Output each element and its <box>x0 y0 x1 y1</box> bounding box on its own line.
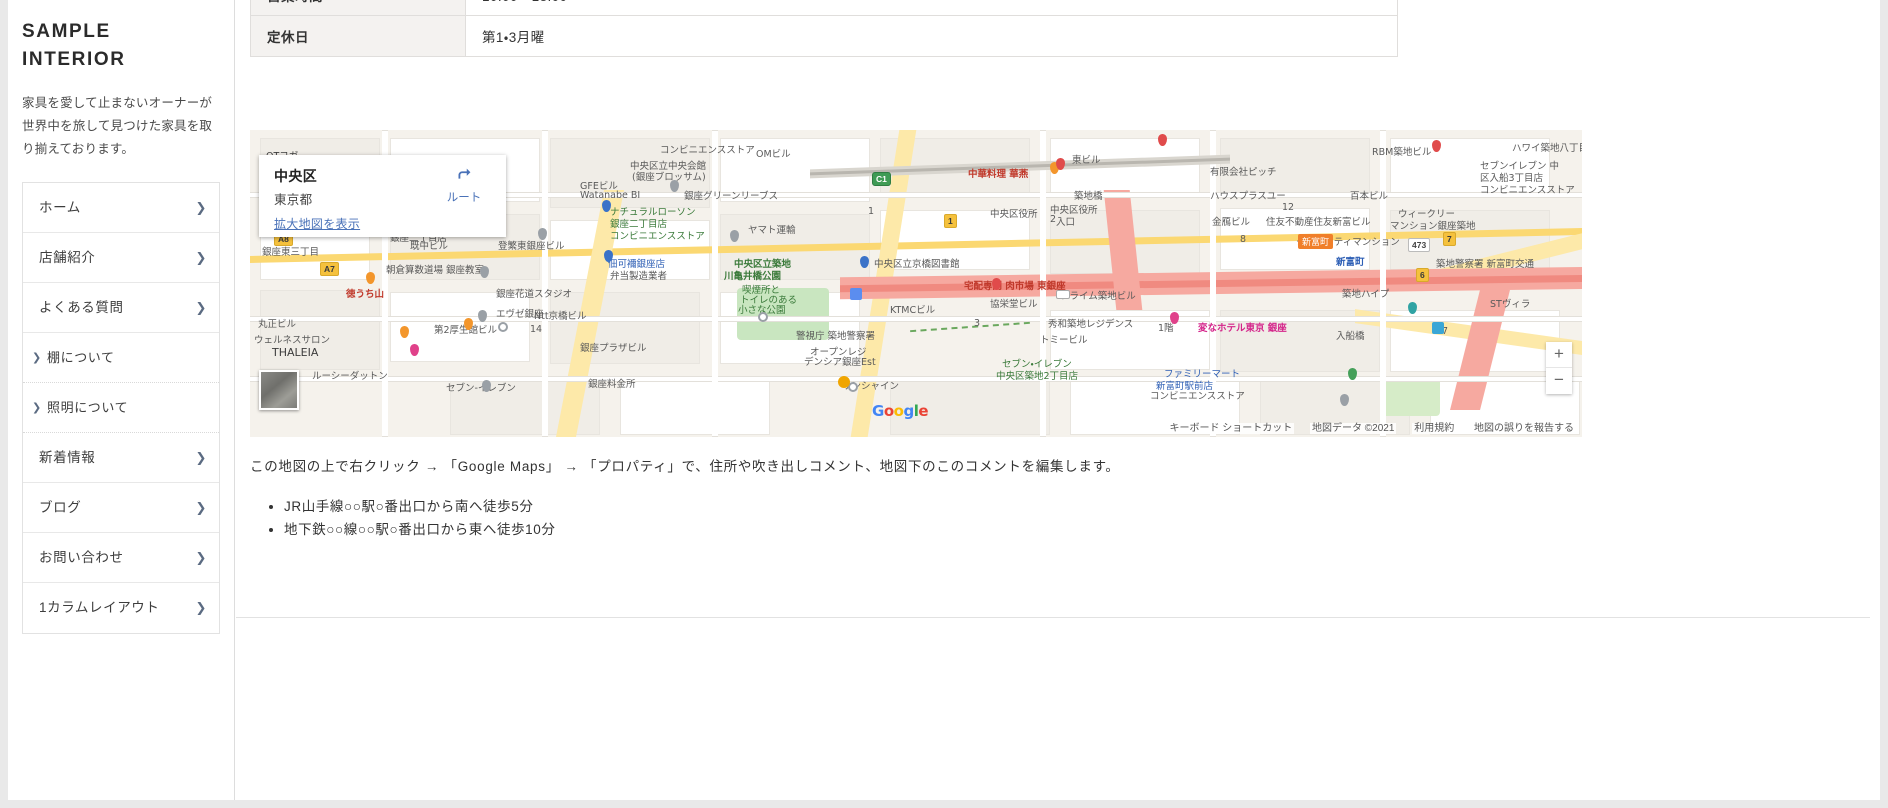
chevron-right-icon: ❯ <box>195 299 207 315</box>
sidebar-item-label: お問い合わせ <box>39 550 124 565</box>
view-larger-map-link[interactable]: 拡大地図を表示 <box>274 215 360 232</box>
window-right-edge <box>1880 0 1888 808</box>
map-station-shintomicho: 新富町 <box>1298 234 1334 249</box>
page-content: SAMPLE INTERIOR 家具を愛して止まないオーナーが世界中を旅して見つ… <box>8 0 1880 800</box>
map-shield-c1: C1 <box>872 172 891 186</box>
access-list: JR山手線○○駅○番出口から南へ徒歩5分 地下鉄○○線○○駅○番出口から東へ徒歩… <box>264 495 556 541</box>
table-cell-closed: 第1・3月曜 <box>465 15 1398 57</box>
directions-label: ルート <box>446 192 482 204</box>
map-shield-473: 473 <box>1408 238 1431 252</box>
table-header-closed: 定休日 <box>250 15 466 57</box>
content-divider <box>236 617 1870 618</box>
main-content: 営業時間 10:00〜18:00 定休日 第1・3月曜 <box>236 0 1880 800</box>
google-map-embed[interactable]: OTヨガ OMビル コンビニエンスストア 中央区立中央会館 (銀座ブロッサム) … <box>250 130 1582 437</box>
map-attribution-bar: キーボード ショートカット 地図データ ©2021 利用規約 地図の誤りを報告す… <box>1154 421 1582 437</box>
window-left-edge <box>0 0 8 808</box>
window-bottom-edge <box>0 800 1888 808</box>
map-edit-note: この地図の上で右クリック → 「Google Maps」 → 「プロパティ」で、… <box>250 459 1120 474</box>
sidebar-subitem-lighting[interactable]: ❯ 照明について <box>23 383 219 433</box>
map-card-subtitle: 東京都 <box>274 193 313 207</box>
sidebar-subitem-shelves[interactable]: ❯ 棚について <box>23 333 219 383</box>
chevron-right-icon: ❯ <box>195 249 207 265</box>
chevron-right-icon: ❯ <box>32 351 42 364</box>
table-cell-hours: 10:00〜18:00 <box>465 0 1398 16</box>
site-description: 家具を愛して止まないオーナーが世界中を旅して見つけた家具を取り揃えております。 <box>22 96 213 157</box>
sidebar-item-contact[interactable]: お問い合わせ ❯ <box>23 533 219 583</box>
table-row: 営業時間 10:00〜18:00 <box>250 0 1398 16</box>
sidebar-item-label: 棚について <box>47 350 115 365</box>
list-item: 地下鉄○○線○○駅○番出口から東へ徒歩10分 <box>284 518 556 541</box>
table-row: 定休日 第1・3月曜 <box>250 15 1398 57</box>
terms-link[interactable]: 利用規約 <box>1412 423 1457 434</box>
google-logo: Google <box>872 402 929 420</box>
sidebar-item-label: 照明について <box>47 400 129 415</box>
street-view-thumbnail[interactable] <box>259 370 299 410</box>
page-root: SAMPLE INTERIOR 家具を愛して止まないオーナーが世界中を旅して見つ… <box>0 0 1888 808</box>
store-info-table: 営業時間 10:00〜18:00 定休日 第1・3月曜 <box>250 0 1398 57</box>
brand-line-2: INTERIOR <box>22 48 126 70</box>
sidebar-item-label: ホーム <box>39 200 81 215</box>
sidebar-nav: ホーム ❯ 店舗紹介 ❯ よくある質問 ❯ ❯ 棚について ❯ 照明について 新… <box>22 182 220 634</box>
sidebar-item-home[interactable]: ホーム ❯ <box>23 183 219 233</box>
zoom-in-button[interactable]: + <box>1546 342 1572 368</box>
sidebar-item-news[interactable]: 新着情報 ❯ <box>23 433 219 483</box>
site-brand[interactable]: SAMPLE INTERIOR <box>22 18 222 73</box>
map-data-text: 地図データ ©2021 <box>1310 423 1397 434</box>
zoom-out-button[interactable]: − <box>1546 368 1572 394</box>
chevron-right-icon: ❯ <box>195 549 207 565</box>
table-header-hours: 営業時間 <box>250 0 466 16</box>
chevron-right-icon: ❯ <box>195 499 207 515</box>
sidebar-item-store-info[interactable]: 店舗紹介 ❯ <box>23 233 219 283</box>
map-card-title: 中央区 <box>274 168 318 184</box>
map-zoom-controls: + − <box>1546 342 1572 394</box>
brand-line-1: SAMPLE <box>22 21 111 42</box>
list-item: JR山手線○○駅○番出口から南へ徒歩5分 <box>284 495 556 518</box>
chevron-right-icon: ❯ <box>195 600 207 615</box>
sidebar-item-blog[interactable]: ブログ ❯ <box>23 483 219 533</box>
report-error-link[interactable]: 地図の誤りを報告する <box>1472 423 1576 434</box>
chevron-right-icon: ❯ <box>195 449 207 465</box>
map-info-card[interactable]: 中央区 東京都 拡大地図を表示 ルート <box>259 155 506 237</box>
sidebar: SAMPLE INTERIOR 家具を愛して止まないオーナーが世界中を旅して見つ… <box>8 0 235 800</box>
map-shield-1a: 1 <box>944 214 957 228</box>
directions-button[interactable]: ルート <box>434 164 494 205</box>
sidebar-item-faq[interactable]: よくある質問 ❯ <box>23 283 219 333</box>
chevron-right-icon: ❯ <box>32 401 42 414</box>
sidebar-item-label: よくある質問 <box>39 300 124 315</box>
sidebar-item-label: 新着情報 <box>39 450 96 465</box>
sidebar-item-label: 店舗紹介 <box>39 250 96 265</box>
sidebar-item-label: 1カラムレイアウト <box>39 600 160 615</box>
sidebar-item-label: ブログ <box>39 500 82 515</box>
map-shield-6: 6 <box>1416 268 1429 282</box>
keyboard-shortcuts-link[interactable]: キーボード ショートカット <box>1167 423 1295 434</box>
chevron-right-icon: ❯ <box>195 199 207 215</box>
sidebar-item-one-column-layout[interactable]: 1カラムレイアウト ❯ <box>23 583 219 633</box>
directions-icon <box>458 168 471 179</box>
map-shield-7: 7 <box>1443 232 1456 246</box>
map-shield-a7: A7 <box>320 262 339 276</box>
map-park-area-2 <box>1380 376 1440 416</box>
